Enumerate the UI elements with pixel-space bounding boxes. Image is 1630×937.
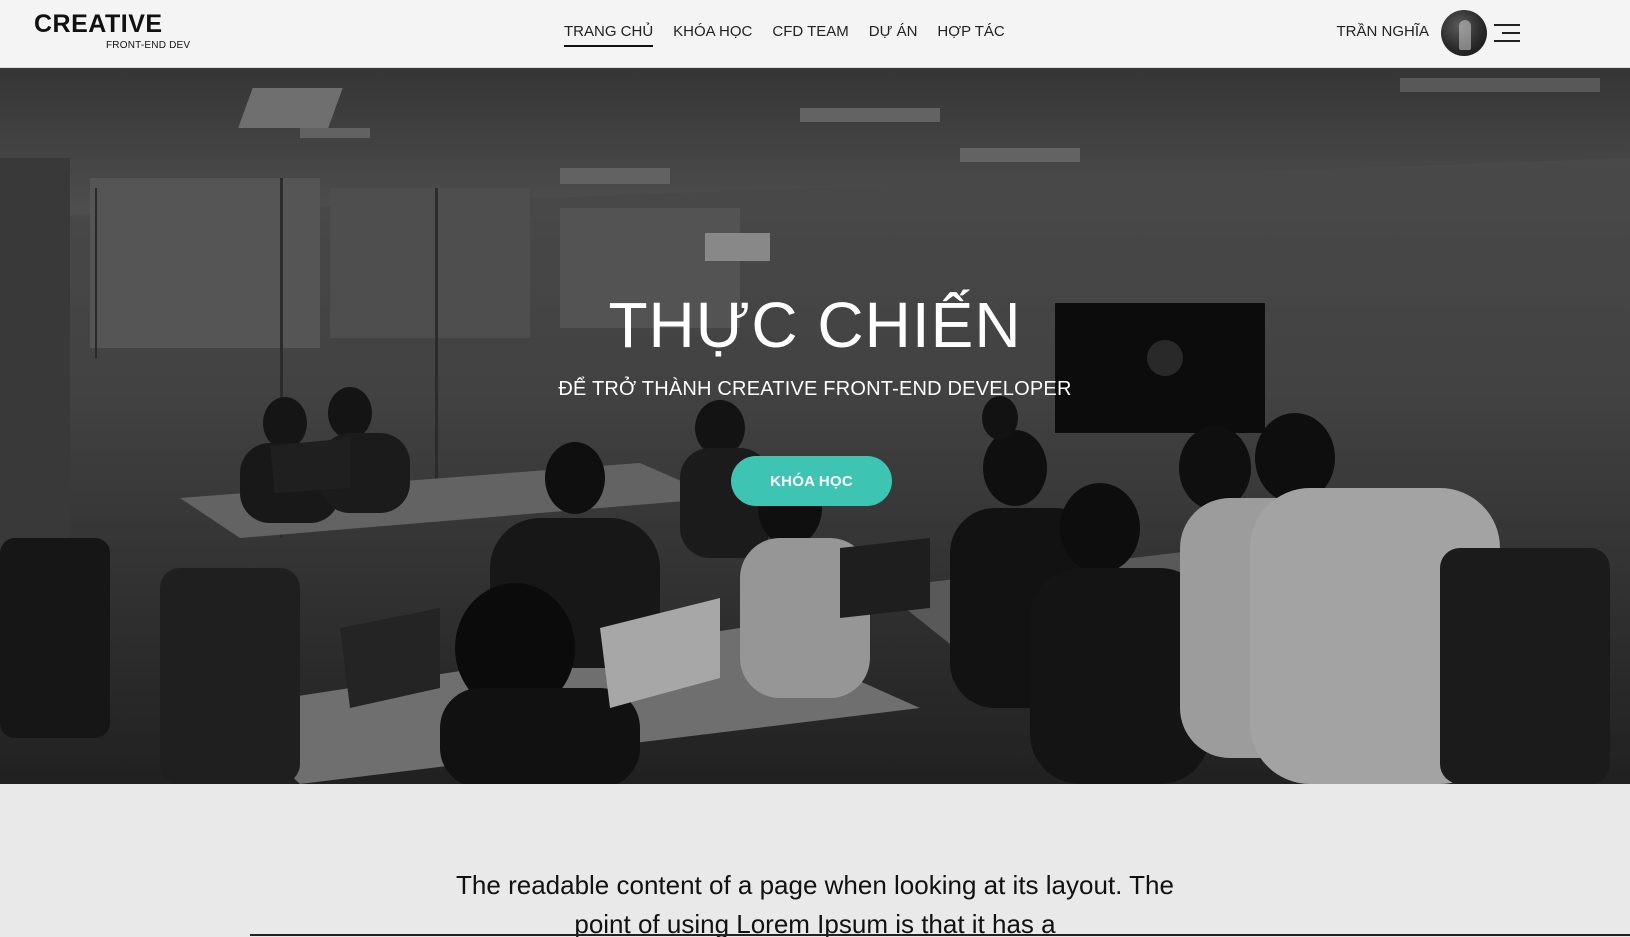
avatar-figure: [1459, 20, 1471, 50]
khoa-hoc-button[interactable]: KHÓA HỌC: [731, 456, 892, 506]
divider-line: [250, 934, 1630, 936]
hamburger-menu-icon[interactable]: [1494, 24, 1520, 42]
page: CREATIVE FRONT-END DEV TRANG CHỦ KHÓA HỌ…: [0, 0, 1630, 937]
logo-sub-text: FRONT-END DEV: [106, 40, 191, 51]
hero-overlay: [0, 68, 1630, 784]
site-logo[interactable]: CREATIVE FRONT-END DEV: [34, 10, 190, 52]
menu-line: [1502, 32, 1520, 34]
menu-line: [1494, 24, 1520, 26]
nav-item-hop-tac[interactable]: HỢP TÁC: [937, 22, 1004, 47]
hero-subtitle: ĐỂ TRỞ THÀNH CREATIVE FRONT-END DEVELOPE…: [558, 378, 1072, 400]
nav-item-cfd-team[interactable]: CFD TEAM: [772, 22, 848, 47]
logo-main-text: CREATIVE: [34, 10, 163, 38]
nav-item-trang-chu[interactable]: TRANG CHỦ: [564, 22, 654, 47]
user-avatar[interactable]: [1441, 10, 1487, 56]
hero-title: THỰC CHIẾN: [608, 289, 1022, 361]
hero-section: THỰC CHIẾN ĐỂ TRỞ THÀNH CREATIVE FRONT-E…: [0, 68, 1630, 784]
intro-text: The readable content of a page when look…: [456, 870, 1174, 937]
site-header: CREATIVE FRONT-END DEV TRANG CHỦ KHÓA HỌ…: [0, 0, 1630, 68]
user-name[interactable]: TRẦN NGHĨA: [1309, 23, 1429, 40]
nav-item-du-an[interactable]: DỰ ÁN: [869, 22, 918, 47]
nav-item-khoa-hoc[interactable]: KHÓA HỌC: [673, 22, 752, 47]
menu-line: [1494, 40, 1520, 42]
intro-section: The readable content of a page when look…: [0, 784, 1630, 937]
main-nav: TRANG CHỦ KHÓA HỌC CFD TEAM DỰ ÁN HỢP TÁ…: [564, 22, 1025, 47]
